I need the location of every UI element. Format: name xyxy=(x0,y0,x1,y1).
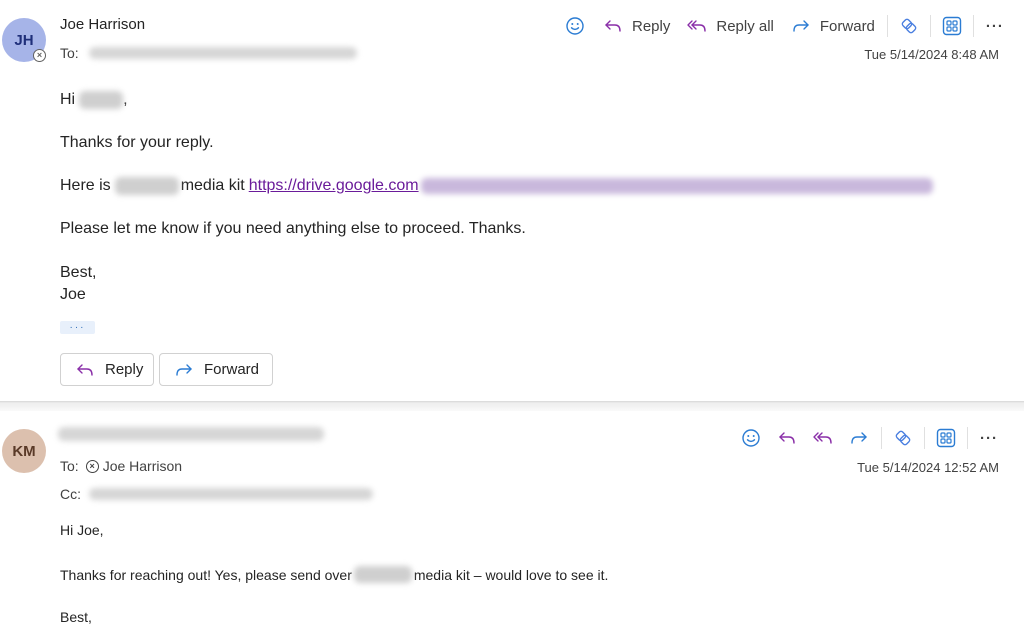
redacted-name xyxy=(79,91,124,109)
redacted-company xyxy=(114,177,179,195)
body-line-1: Thanks for reaching out! Yes, please sen… xyxy=(60,566,608,583)
redacted-company xyxy=(353,566,412,583)
more-actions-button[interactable]: ··· xyxy=(972,424,1006,452)
signature: Joe xyxy=(60,286,86,303)
greeting-line: Hi , xyxy=(60,91,128,109)
sender-redacted[interactable] xyxy=(58,427,324,441)
sender-name[interactable]: Joe Harrison xyxy=(60,16,145,33)
to-line: To: × Joe Harrison xyxy=(60,458,182,474)
drive-link[interactable]: https://drive.google.com xyxy=(249,177,419,195)
line2-prefix: Here is xyxy=(60,177,111,194)
cc-line: Cc: xyxy=(60,486,373,502)
presence-blocked-icon: × xyxy=(85,459,99,473)
greeting-prefix: Hi xyxy=(60,91,76,108)
toolbar-divider xyxy=(929,15,931,37)
signoff: Best, xyxy=(60,264,97,281)
loop-button[interactable] xyxy=(886,424,920,452)
message-body: Hi , xyxy=(60,91,128,109)
toolbar-divider xyxy=(924,427,925,449)
reply-icon xyxy=(75,359,95,381)
body-line-3: Please let me know if you need anything … xyxy=(60,220,526,237)
forward-icon xyxy=(174,359,194,381)
body-line-1: Thanks for your reply. xyxy=(60,134,214,151)
toolbar-divider xyxy=(881,427,882,449)
to-line: To: xyxy=(60,45,357,61)
reply-button[interactable] xyxy=(769,424,805,452)
apps-grid-icon xyxy=(941,15,963,37)
drive-link-redacted-path[interactable] xyxy=(420,178,933,194)
body-line-2: Here is media kit https://drive.google.c… xyxy=(60,177,933,195)
show-trimmed-content-button[interactable]: ··· xyxy=(60,321,95,334)
smiley-icon xyxy=(564,15,586,37)
cc-label: Cc: xyxy=(60,486,81,502)
greeting-suffix: , xyxy=(123,91,128,108)
loop-button[interactable] xyxy=(892,12,926,40)
email-message-2: KM To: × Joe Harrison Cc: ··· Tue 5/14/2… xyxy=(0,411,1024,629)
to-recipient[interactable]: Joe Harrison xyxy=(103,458,182,474)
message-separator xyxy=(0,401,1024,411)
more-actions-button[interactable]: ··· xyxy=(978,12,1012,40)
email-message-1: JH × Joe Harrison To: Reply Reply all Fo… xyxy=(0,0,1024,401)
reply-all-button[interactable] xyxy=(805,424,841,452)
to-label: To: xyxy=(60,45,79,61)
forward-button[interactable]: Forward xyxy=(782,12,883,40)
greeting-line: Hi Joe, xyxy=(60,522,104,538)
apps-button[interactable] xyxy=(935,12,969,40)
signoff: Best, xyxy=(60,609,92,625)
ellipsis-icon: ··· xyxy=(69,321,86,333)
message-toolbar: ··· xyxy=(738,424,1006,452)
emoji-reaction-button[interactable] xyxy=(562,12,594,40)
to-recipient-redacted[interactable] xyxy=(88,47,357,59)
forward-action-label: Forward xyxy=(204,361,260,378)
line1-suffix: media kit – would love to see it. xyxy=(413,566,609,583)
reply-icon xyxy=(602,15,624,37)
more-icon: ··· xyxy=(985,17,1004,35)
forward-action-button[interactable]: Forward xyxy=(159,353,273,386)
forward-label: Forward xyxy=(819,17,875,35)
avatar-initials: JH xyxy=(14,31,34,49)
emoji-reaction-button[interactable] xyxy=(738,424,769,452)
forward-button[interactable] xyxy=(841,424,877,452)
line2-middle: media kit xyxy=(180,177,245,194)
reply-button[interactable]: Reply xyxy=(594,12,678,40)
toolbar-divider xyxy=(886,15,888,37)
presence-blocked-icon: × xyxy=(33,49,46,62)
loop-icon xyxy=(892,427,914,449)
loop-icon xyxy=(898,15,920,37)
message-toolbar: Reply Reply all Forward ··· xyxy=(562,12,1012,40)
to-label: To: xyxy=(60,458,79,474)
avatar-initials: KM xyxy=(12,442,36,460)
forward-icon xyxy=(848,427,870,449)
smiley-icon xyxy=(740,427,762,449)
line1-prefix: Thanks for reaching out! Yes, please sen… xyxy=(60,566,352,583)
toolbar-divider xyxy=(972,15,974,37)
reply-all-icon xyxy=(686,15,708,37)
apps-button[interactable] xyxy=(929,424,963,452)
avatar[interactable]: KM xyxy=(2,429,46,473)
message-timestamp: Tue 5/14/2024 8:48 AM xyxy=(864,47,999,62)
toolbar-divider xyxy=(967,427,968,449)
reply-all-icon xyxy=(812,427,834,449)
message-timestamp: Tue 5/14/2024 12:52 AM xyxy=(857,460,999,475)
cc-recipient-redacted[interactable] xyxy=(89,488,373,500)
apps-grid-icon xyxy=(935,427,957,449)
reply-label: Reply xyxy=(632,17,671,35)
reply-all-button[interactable]: Reply all xyxy=(678,12,782,40)
reply-action-button[interactable]: Reply xyxy=(60,353,154,386)
reply-action-label: Reply xyxy=(105,361,144,378)
reply-icon xyxy=(776,427,798,449)
forward-icon xyxy=(790,15,812,37)
reply-all-label: Reply all xyxy=(716,17,774,35)
more-icon: ··· xyxy=(980,429,998,447)
sender-line[interactable] xyxy=(58,427,324,441)
